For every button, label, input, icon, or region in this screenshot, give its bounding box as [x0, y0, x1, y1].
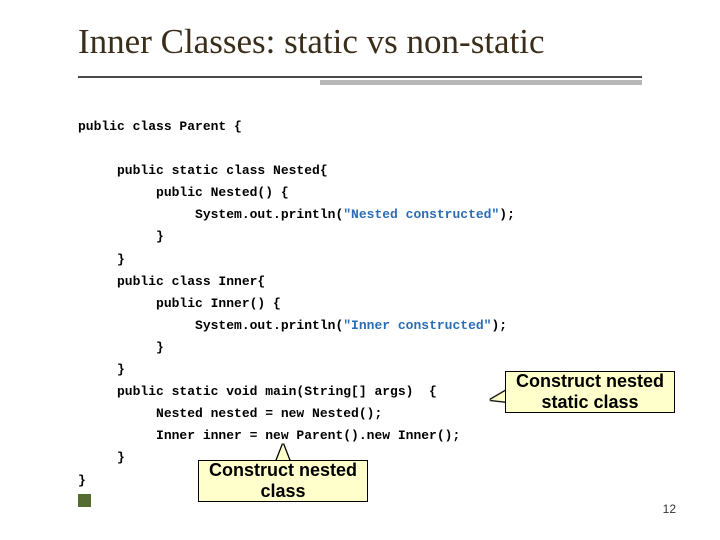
code-line: Nested nested = new Nested();	[78, 406, 382, 421]
string-literal: "Nested constructed"	[343, 207, 499, 222]
accent-square-icon	[78, 494, 91, 507]
code-line: public Inner() {	[78, 296, 281, 311]
code-block: public class Parent { public static clas…	[78, 116, 515, 492]
callout-inner-class: Construct nested class	[198, 460, 368, 502]
code-line: System.out.println(	[78, 207, 343, 222]
code-line: );	[499, 207, 515, 222]
title-underline	[78, 76, 642, 78]
code-line: Inner inner = new Parent().new Inner();	[78, 428, 460, 443]
callout-static-class: Construct nested static class	[505, 371, 675, 413]
code-line: }	[78, 252, 125, 267]
slide: Inner Classes: static vs non-static publ…	[0, 0, 720, 540]
code-line: );	[491, 318, 507, 333]
code-line: public static class Nested{	[78, 163, 328, 178]
code-line: }	[78, 473, 86, 488]
code-line: public static void main(String[] args) {	[78, 384, 437, 399]
code-line: }	[78, 362, 125, 377]
title-underline-shadow	[320, 80, 642, 85]
code-line: }	[78, 340, 164, 355]
code-line: public Nested() {	[78, 185, 289, 200]
code-line: }	[78, 229, 164, 244]
slide-title: Inner Classes: static vs non-static	[78, 22, 545, 62]
code-line: System.out.println(	[78, 318, 343, 333]
code-line: public class Inner{	[78, 274, 265, 289]
page-number: 12	[663, 502, 676, 516]
code-line: }	[78, 450, 125, 465]
code-line: public class Parent {	[78, 119, 242, 134]
string-literal: "Inner constructed"	[343, 318, 491, 333]
